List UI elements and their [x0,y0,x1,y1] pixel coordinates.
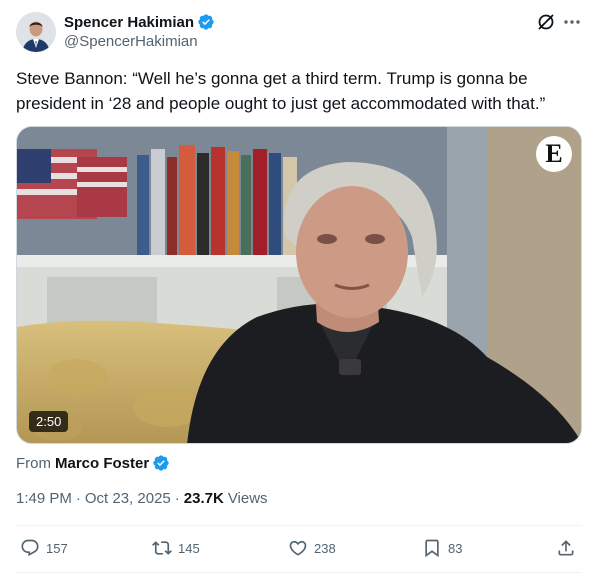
repost-icon [152,541,172,555]
meta-separator: · [75,490,81,507]
bookmark-button[interactable]: 83 [422,538,462,558]
video-duration: 2:50 [29,411,69,432]
author-name-row[interactable]: Spencer Hakimian [64,12,215,32]
bookmark-count: 83 [448,540,463,556]
verified-badge-icon [152,454,170,472]
repost-count: 145 [178,540,200,556]
repost-button[interactable]: 145 [152,538,200,558]
from-label: From [16,454,51,472]
action-bar: 157 145 238 83 [16,538,582,562]
source-attribution: From Marco Foster [16,454,170,472]
tweet-date[interactable]: Oct 23, 2025 [85,490,171,507]
tweet-card: Spencer Hakimian @SpencerHakimian Steve … [0,0,598,574]
like-button[interactable]: 238 [288,538,336,558]
views-label: Views [227,490,268,507]
reply-button[interactable]: 157 [20,538,68,558]
publisher-logo: E [536,136,572,172]
video-player[interactable]: E 2:50 [16,126,582,444]
author-handle[interactable]: @SpencerHakimian [64,33,198,50]
grok-icon[interactable] [536,12,556,32]
avatar[interactable] [16,12,56,52]
source-name-link[interactable]: Marco Foster [55,455,149,472]
video-thumbnail [17,127,581,443]
more-icon[interactable] [562,12,582,32]
bookmark-icon [425,539,439,558]
share-icon [558,540,574,556]
divider [16,525,582,526]
divider [16,572,582,573]
reply-icon [21,539,39,557]
meta-separator: · [174,490,180,507]
tweet-meta: 1:49 PM · Oct 23, 2025 · 23.7K Views [16,490,268,507]
tweet-text: Steve Bannon: “Well he’s gonna get a thi… [16,69,546,113]
views-count: 23.7K [183,490,224,507]
tweet-time[interactable]: 1:49 PM [16,490,72,507]
like-icon [289,540,307,556]
like-count: 238 [314,540,336,556]
reply-count: 157 [46,540,68,556]
share-button[interactable] [556,538,576,558]
author-display-name[interactable]: Spencer Hakimian [64,14,194,31]
verified-badge-icon [197,13,215,31]
